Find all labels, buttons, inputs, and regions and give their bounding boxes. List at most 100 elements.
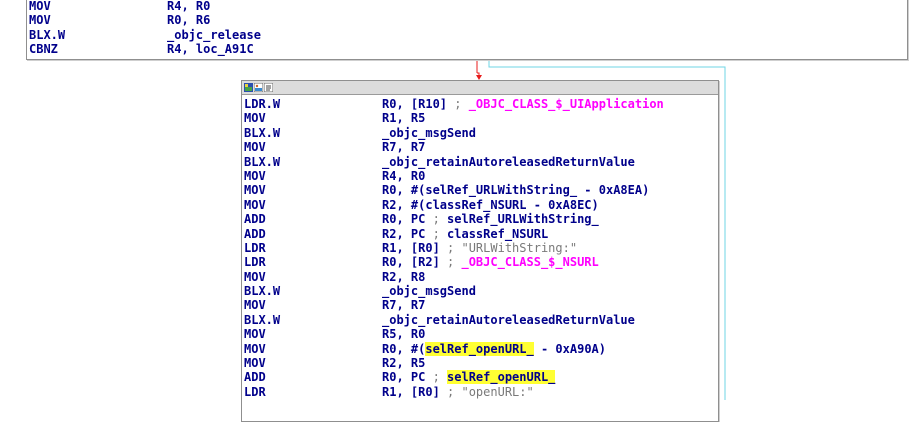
instruction-line[interactable]: MOV R0, #(selRef_URLWithString_ - 0xA8EA) [242,183,718,197]
instruction-operands: R2, R5 [382,356,425,370]
instruction-line[interactable]: BLX.W _objc_msgSend [242,284,718,298]
symbol-reference[interactable]: selRef_URLWithString_ [447,212,599,226]
instruction-line[interactable]: BLX.W _objc_msgSend [242,126,718,140]
symbol-reference[interactable]: _objc_release [167,28,261,42]
operand-text: R1, [R0] [382,384,448,399]
operand-text: R2, R8 [382,269,426,284]
instruction-operands: R0, [R10] ; _OBJC_CLASS_$_UIApplication [382,97,664,111]
symbol-reference[interactable]: _objc_msgSend [382,126,476,140]
instruction-line[interactable]: LDR.W R0, [R10] ; _OBJC_CLASS_$_UIApplica… [242,97,718,111]
instruction-operands: _objc_msgSend [382,126,476,140]
highlighted-symbol[interactable]: enURL_ [490,341,534,356]
operand-text: R4, R0 [167,0,211,13]
instruction-mnemonic: MOV [244,111,266,126]
graph-text-icon[interactable] [264,83,273,92]
instruction-mnemonic: CBNZ [29,42,58,57]
instruction-mnemonic: ADD [244,212,266,227]
instruction-mnemonic: MOV [244,327,266,342]
basic-block-main[interactable]: LDR.W R0, [R10] ; _OBJC_CLASS_$_UIApplica… [241,80,719,422]
instruction-operands: R5, R0 [382,327,425,341]
instruction-line[interactable]: MOV R5, R0 [242,327,718,341]
instruction-line[interactable]: MOV R2, R8 [242,270,718,284]
instruction-mnemonic: ADD [244,226,266,241]
operand-text: - 0xA90A) [533,341,606,356]
class-reference[interactable]: _OBJC_CLASS_$_NSURL [461,255,598,269]
operand-text: R0, #( [382,341,426,356]
instruction-mnemonic: MOV [244,140,266,155]
highlighted-symbol[interactable]: selRef_openURL_ [447,370,556,385]
instruction-line[interactable]: ADD R0, PC ; selRef_openURL_ [242,370,718,385]
instruction-line[interactable]: LDR R1, [R0] ; "URLWithString:" [242,241,718,255]
instruction-line[interactable]: BLX.W _objc_retainAutoreleasedReturnValue [242,313,718,327]
instruction-line[interactable]: MOV R2, #(classRef_NSURL - 0xA8EC) [242,198,718,212]
instruction-line[interactable]: BLX.W _objc_retainAutoreleasedReturnValue [242,155,718,169]
instruction-mnemonic: BLX.W [244,284,281,299]
instruction-operands: R1, [R0] ; "URLWithString:" [382,241,577,255]
instruction-line[interactable]: ADD R2, PC ; classRef_NSURL [242,227,718,241]
instruction-mnemonic: MOV [244,298,266,313]
instruction-operands: R1, R5 [382,111,425,125]
instruction-line[interactable]: BLX.W _objc_release [27,28,907,42]
symbol-reference[interactable]: _objc_retainAutoreleasedReturnValue [382,313,635,327]
highlighted-symbol[interactable]: selRef_op [425,341,491,356]
operand-text: R0, #(selRef_URLWithString_ - 0xA8EA) [382,183,650,198]
instruction-operands: R1, [R0] ; "openURL:" [382,385,534,399]
instruction-line[interactable]: MOV R1, R5 [242,111,718,125]
instruction-line[interactable]: MOV R0, R6 [27,13,907,27]
instruction-mnemonic: LDR [244,384,266,399]
instruction-operands: R2, R8 [382,270,425,284]
operand-text: R2, #(classRef_NSURL - 0xA8EC) [382,197,599,212]
instruction-line[interactable]: MOV R0, #(selRef_openURL_ - 0xA90A) [242,341,718,356]
instruction-line[interactable]: LDR R0, [R2] ; _OBJC_CLASS_$_NSURL [242,255,718,269]
instruction-line[interactable]: MOV R4, R0 [242,169,718,183]
graph-color-icon[interactable] [244,83,253,92]
operand-text: R1, [R0] [382,240,448,255]
instruction-operands: R0, #(selRef_openURL_ - 0xA90A) [382,341,606,356]
operand-text: R0, [R2] [382,255,448,270]
operand-text: R7, R7 [382,298,426,313]
block-titlebar[interactable] [242,81,718,95]
instruction-list: LDR.W R0, [R10] ; _OBJC_CLASS_$_UIApplica… [242,95,718,399]
instruction-mnemonic: MOV [244,168,266,183]
class-reference[interactable]: _OBJC_CLASS_$_UIApplication [469,97,664,111]
edge-fallthrough-horizontal [477,72,480,77]
operand-text: R4, R0 [382,168,426,183]
instruction-mnemonic: MOV [29,0,51,13]
instruction-operands: R7, R7 [382,140,425,154]
basic-block-top[interactable]: MOV R4, R0 MOV R0, R6 BLX.W _objc_release CBNZ… [26,0,908,60]
instruction-operands: R2, #(classRef_NSURL - 0xA8EC) [382,198,599,212]
instruction-operands: R4, loc_A91C [167,42,254,56]
symbol-reference[interactable]: _objc_retainAutoreleasedReturnValue [382,155,635,169]
operand-text: R0, [R10] [382,97,455,111]
symbol-reference[interactable]: _objc_msgSend [382,284,476,298]
operand-text: R5, R0 [382,327,426,342]
instruction-mnemonic: MOV [244,197,266,212]
operand-text: R2, R5 [382,356,426,371]
instruction-mnemonic: BLX.W [244,154,281,169]
instruction-line[interactable]: MOV R7, R7 [242,140,718,154]
comment-marker: ; [432,226,448,241]
instruction-mnemonic: MOV [244,356,266,371]
instruction-mnemonic: MOV [244,183,266,198]
instruction-line[interactable]: MOV R7, R7 [242,298,718,312]
string-comment: ; "openURL:" [447,384,534,399]
instruction-line[interactable]: LDR R1, [R0] ; "openURL:" [242,385,718,399]
graph-image-icon[interactable] [254,83,263,92]
symbol-reference[interactable]: classRef_NSURL [447,227,548,241]
symbol-reference[interactable]: R4, loc_A91C [167,42,254,56]
instruction-line[interactable]: MOV R4, R0 [27,0,907,13]
operand-text: R2, PC [382,226,433,241]
instruction-operands: R0, [R2] ; _OBJC_CLASS_$_NSURL [382,255,599,269]
instruction-operands: R4, R0 [167,0,210,13]
instruction-operands: R0, #(selRef_URLWithString_ - 0xA8EA) [382,183,649,197]
instruction-mnemonic: LDR.W [244,97,281,111]
instruction-mnemonic: BLX.W [244,312,281,327]
operand-text: R0, PC [382,212,433,227]
operand-text: R1, R5 [382,111,426,126]
instruction-line[interactable]: ADD R0, PC ; selRef_URLWithString_ [242,212,718,226]
comment-marker: ; [447,255,462,270]
instruction-operands: R4, R0 [382,169,425,183]
instruction-line[interactable]: CBNZ R4, loc_A91C [27,42,907,56]
instruction-operands: _objc_retainAutoreleasedReturnValue [382,313,635,327]
instruction-line[interactable]: MOV R2, R5 [242,356,718,370]
